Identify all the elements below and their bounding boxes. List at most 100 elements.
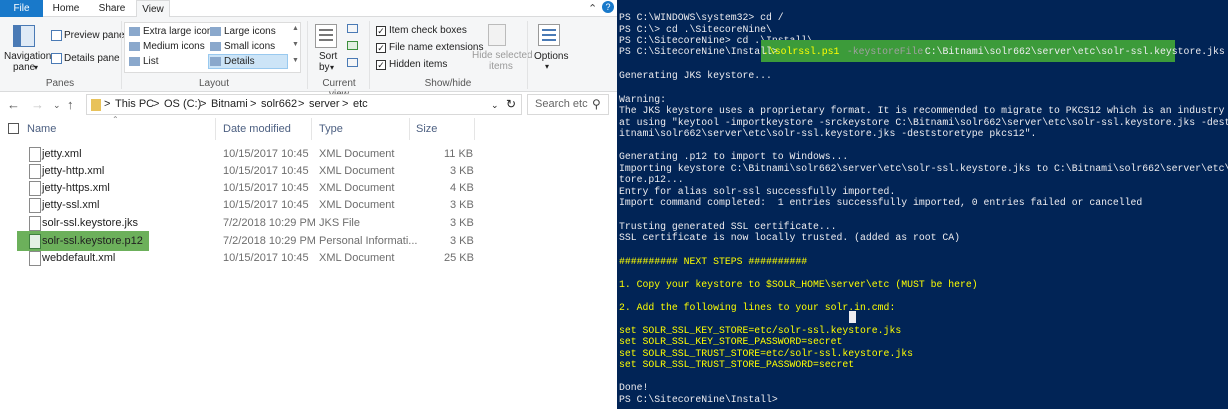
scroll-down-icon[interactable]: ▼ (292, 41, 299, 48)
back-arrow-icon[interactable]: ← (7, 97, 20, 112)
console-line: Import command completed: 1 entries succ… (619, 197, 1143, 208)
file-row[interactable]: jetty-ssl.xml 10/15/2017 10:45 XML Docum… (18, 197, 574, 214)
column-header-size[interactable]: Size (416, 123, 437, 135)
console-prompt: PS C:\SitecoreNine\Install> (619, 46, 784, 57)
breadcrumb-solr662[interactable]: solr662 (261, 98, 297, 110)
file-size: 3 KB (450, 217, 474, 229)
collapse-ribbon-icon[interactable]: ⌃ (588, 2, 597, 15)
up-arrow-icon[interactable]: ↑ (67, 97, 74, 112)
column-header-name[interactable]: Name (27, 123, 56, 135)
details-pane-button[interactable]: Details pane (64, 53, 120, 64)
group-label-layout: Layout (198, 78, 230, 89)
file-row[interactable]: jetty-https.xml 10/15/2017 10:45 XML Doc… (18, 180, 574, 197)
breadcrumb-bitnami[interactable]: Bitnami (211, 98, 248, 110)
file-name: webdefault.xml (42, 252, 116, 264)
size-columns-icon[interactable] (347, 58, 358, 67)
breadcrumb-this-pc[interactable]: This PC (115, 98, 154, 110)
navigation-pane-button-line2[interactable]: pane (13, 62, 35, 73)
file-row[interactable]: webdefault.xml 10/15/2017 10:45 XML Docu… (18, 250, 574, 267)
console-line: The JKS keystore uses a proprietary form… (619, 105, 1225, 116)
breadcrumb-os-c[interactable]: OS (C:) (164, 98, 201, 110)
layout-list[interactable]: List (143, 56, 159, 67)
tab-file[interactable]: File (0, 0, 43, 17)
ribbon-divider (121, 21, 122, 89)
hide-selected-items-button-line2[interactable]: items (489, 61, 513, 72)
search-icon[interactable]: ⚲ (592, 97, 601, 111)
preview-pane-button[interactable]: Preview pane (64, 30, 125, 41)
sort-by-icon (315, 24, 337, 48)
breadcrumb-separator: > (298, 98, 305, 110)
search-input[interactable]: Search etc ⚲ (527, 94, 609, 115)
recent-locations-icon[interactable]: ⌄ (53, 100, 61, 111)
breadcrumb-separator: > (104, 98, 111, 110)
console-command-script: .\solrssl.ps1 (763, 46, 840, 57)
layout-extra-large-icons[interactable]: Extra large icons (143, 26, 217, 37)
address-dropdown-icon[interactable]: ⌄ (491, 100, 499, 111)
layout-small-icons[interactable]: Small icons (224, 41, 275, 52)
breadcrumb-separator: > (153, 98, 160, 110)
help-icon[interactable]: ? (602, 1, 614, 13)
options-icon (538, 24, 560, 46)
select-all-checkbox[interactable] (8, 123, 19, 134)
file-size: 11 KB (444, 148, 474, 160)
console-line: tore.p12... (619, 174, 684, 185)
file-size: 3 KB (450, 235, 474, 247)
chevron-down-icon[interactable]: ▾ (545, 62, 549, 71)
expand-gallery-icon[interactable]: ▼ (292, 57, 299, 64)
hidden-items-checkbox[interactable]: ✓ (376, 60, 386, 70)
certificate-file-icon (29, 234, 41, 249)
item-check-boxes-checkbox[interactable]: ✓ (376, 26, 386, 36)
address-input[interactable]: > This PC > OS (C:) > Bitnami > solr662 … (86, 94, 522, 115)
column-divider[interactable] (311, 118, 312, 140)
address-bar-row: ← → ⌄ ↑ > This PC > OS (C:) > Bitnami > … (0, 93, 617, 117)
sort-by-button[interactable]: Sort (319, 51, 337, 62)
tab-home[interactable]: Home (46, 0, 86, 17)
breadcrumb-server[interactable]: server (309, 98, 340, 110)
options-button[interactable]: Options (534, 51, 568, 62)
chevron-down-icon[interactable]: ▾ (34, 63, 38, 72)
ribbon-divider (307, 21, 308, 89)
column-divider[interactable] (409, 118, 410, 140)
breadcrumb-etc[interactable]: etc (353, 98, 368, 110)
medium-icons-icon (129, 42, 140, 51)
scroll-up-icon[interactable]: ▲ (292, 25, 299, 32)
file-row[interactable]: jetty-http.xml 10/15/2017 10:45 XML Docu… (18, 163, 574, 180)
file-date: 10/15/2017 10:45 (223, 148, 309, 160)
file-type: XML Document (319, 252, 395, 264)
tab-view[interactable]: View (136, 0, 170, 18)
layout-medium-icons[interactable]: Medium icons (143, 41, 205, 52)
xml-file-icon (29, 181, 41, 196)
column-divider[interactable] (474, 118, 475, 140)
column-header-type[interactable]: Type (319, 123, 343, 135)
console-next-steps: ########## NEXT STEPS ########## (619, 256, 808, 267)
file-row[interactable]: solr-ssl.keystore.jks 7/2/2018 10:29 PM … (18, 215, 574, 232)
file-size: 3 KB (450, 165, 474, 177)
file-name-extensions-checkbox[interactable]: ✓ (376, 43, 386, 53)
navigation-pane-button[interactable]: Navigation (4, 51, 51, 62)
console-command-value: C:\Bitnami\solr662\server\etc\solr-ssl.k… (919, 46, 1225, 57)
column-header-date-modified[interactable]: Date modified (223, 123, 291, 135)
file-row[interactable]: jetty.xml 10/15/2017 10:45 XML Document … (18, 146, 574, 163)
layout-large-icons[interactable]: Large icons (224, 26, 276, 37)
console-prompt: PS C:\SitecoreNine\Install> (619, 394, 778, 405)
add-columns-icon[interactable] (347, 41, 358, 50)
sort-by-button-line2[interactable]: by (319, 62, 330, 73)
jks-file-icon (29, 216, 41, 231)
forward-arrow-icon[interactable]: → (31, 97, 44, 112)
console-line: PS C:\WINDOWS\system32> cd / (619, 12, 784, 23)
tab-share[interactable]: Share (92, 0, 132, 17)
file-type: Personal Informati... (319, 235, 418, 247)
column-divider[interactable] (215, 118, 216, 140)
breadcrumb-separator: > (200, 98, 207, 110)
hide-selected-items-button[interactable]: Hide selected (472, 50, 533, 61)
file-name-extensions-label: File name extensions (389, 42, 484, 53)
file-date: 10/15/2017 10:45 (223, 165, 309, 177)
group-by-icon[interactable] (347, 24, 358, 33)
file-row[interactable]: solr-ssl.keystore.p12 7/2/2018 10:29 PM … (18, 233, 574, 250)
details-icon (210, 57, 221, 66)
layout-details[interactable]: Details (224, 56, 255, 67)
file-type: XML Document (319, 199, 395, 211)
powershell-console[interactable]: PS C:\WINDOWS\system32> cd / PS C:\> cd … (617, 0, 1228, 409)
chevron-down-icon[interactable]: ▾ (330, 63, 334, 72)
refresh-icon[interactable]: ↻ (506, 97, 516, 111)
